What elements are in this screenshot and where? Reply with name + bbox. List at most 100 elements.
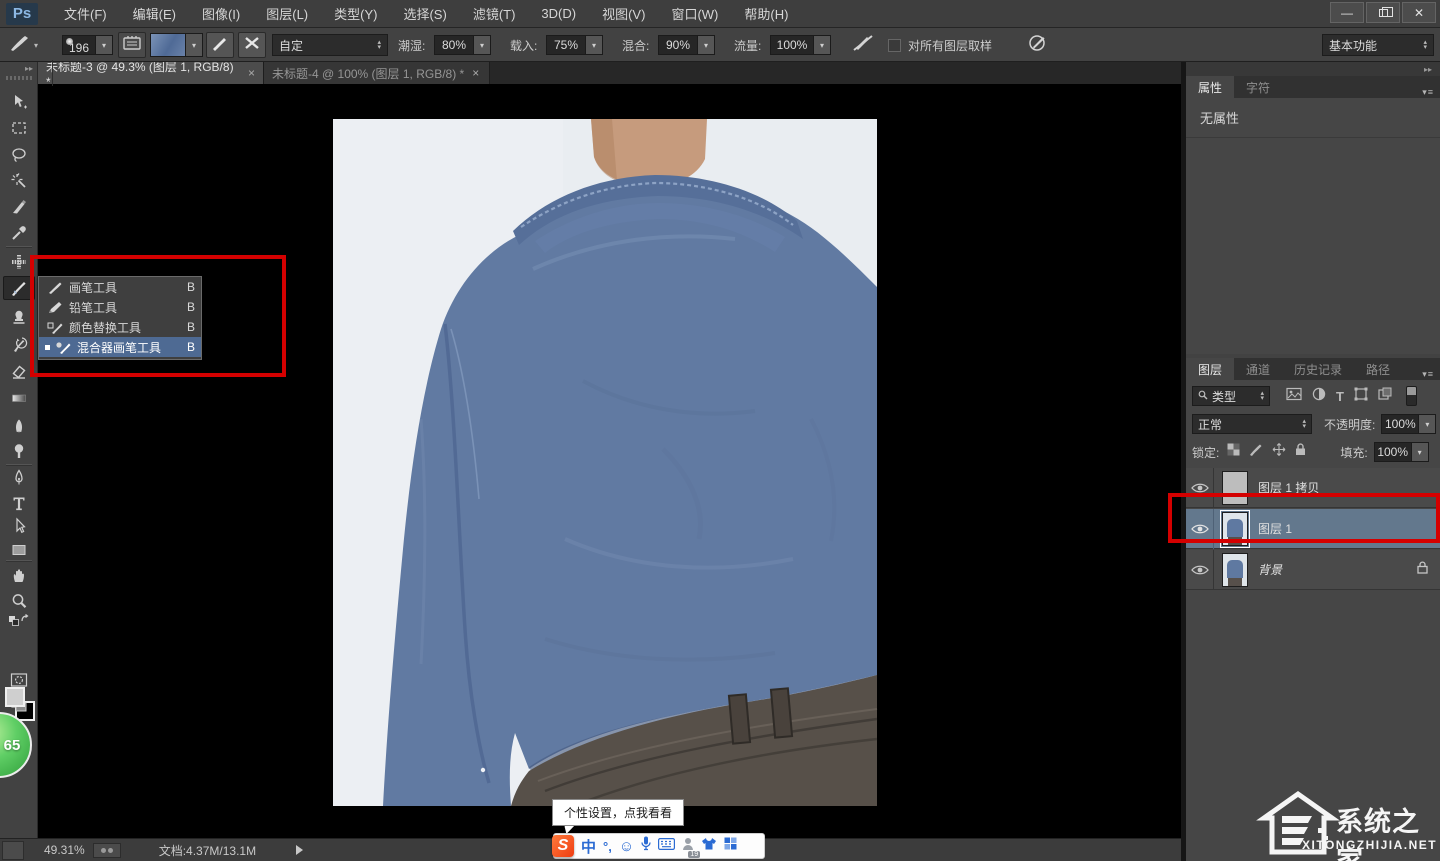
mix-dropdown[interactable]: ▾: [698, 35, 715, 55]
current-tool-preset[interactable]: ▾: [8, 28, 38, 62]
tab-layers[interactable]: 图层: [1186, 358, 1235, 380]
menu-file[interactable]: 文件(F): [64, 4, 107, 23]
tool-crop[interactable]: [3, 195, 35, 219]
menu-image[interactable]: 图像(I): [202, 4, 240, 23]
status-gear-widget[interactable]: [92, 842, 121, 858]
tool-path-select[interactable]: [3, 514, 35, 538]
tool-pen[interactable]: [3, 466, 35, 490]
blend-mode-combo[interactable]: 正常 ▴ ▾: [1192, 414, 1312, 434]
menu-layer[interactable]: 图层(L): [266, 4, 308, 23]
tool-magic-wand[interactable]: [3, 169, 35, 193]
load-brush-button[interactable]: [206, 28, 234, 62]
status-corner-widget[interactable]: [2, 840, 24, 860]
airbrush-button[interactable]: [852, 28, 876, 62]
minimize-button[interactable]: —: [1330, 2, 1364, 23]
workspace-switcher[interactable]: 基本功能 ▴ ▾: [1322, 28, 1434, 62]
ime-mode-toggle[interactable]: 中: [581, 836, 596, 857]
opacity-field[interactable]: 100% ▾: [1381, 414, 1437, 434]
panel-grip[interactable]: [6, 76, 32, 80]
doc-tab-1[interactable]: 未标题-3 @ 49.3% (图层 1, RGB/8) * ×: [38, 60, 264, 89]
foreground-color-swatch[interactable]: [5, 687, 25, 707]
load-field[interactable]: 75% ▾: [546, 28, 603, 62]
doc-tab-2[interactable]: 未标题-4 @ 100% (图层 1, RGB/8) * ×: [264, 62, 490, 84]
toggle-brush-panel-button[interactable]: [118, 28, 146, 62]
menu-edit[interactable]: 编辑(E): [133, 4, 176, 23]
menu-type[interactable]: 类型(Y): [334, 4, 377, 23]
menu-3d[interactable]: 3D(D): [541, 6, 576, 21]
tool-type[interactable]: [3, 491, 35, 515]
layer-filter-combo[interactable]: 类型 ▴ ▾: [1192, 386, 1270, 406]
filter-shape-icon[interactable]: [1354, 387, 1368, 406]
layer-thumbnail[interactable]: [1222, 552, 1248, 587]
wet-field[interactable]: 80% ▾: [434, 28, 491, 62]
panel-menu-icon[interactable]: ▾≡: [1422, 369, 1434, 380]
lock-transparent-icon[interactable]: [1227, 443, 1240, 461]
visibility-toggle[interactable]: [1186, 549, 1214, 590]
tab-channels[interactable]: 通道: [1234, 358, 1282, 380]
smoothing-button[interactable]: [1028, 28, 1048, 62]
menu-select[interactable]: 选择(S): [403, 4, 446, 23]
ime-skin-icon[interactable]: [701, 837, 717, 855]
ime-keyboard-icon[interactable]: [658, 837, 676, 855]
combination-preset-combo[interactable]: 自定 ▴ ▾: [272, 28, 388, 62]
panel-menu-icon[interactable]: ▾≡: [1422, 87, 1434, 98]
tool-shape[interactable]: [3, 538, 35, 562]
tool-move[interactable]: [3, 90, 35, 114]
document-size-info[interactable]: 文档:4.37M/13.1M: [159, 842, 256, 859]
canvas-area[interactable]: [39, 84, 1181, 838]
mix-field[interactable]: 90% ▾: [658, 28, 715, 62]
close-button[interactable]: ✕: [1402, 2, 1436, 23]
tool-smudge[interactable]: [3, 413, 35, 437]
tab-character[interactable]: 字符: [1234, 76, 1282, 98]
brush-load-preview[interactable]: ▾: [150, 28, 203, 62]
status-arrow-icon[interactable]: [296, 845, 304, 855]
tool-marquee[interactable]: [3, 116, 35, 140]
opacity-dropdown[interactable]: ▾: [1419, 414, 1437, 434]
menu-window[interactable]: 窗口(W): [671, 4, 718, 23]
ime-punctuation-toggle[interactable]: °,: [603, 839, 612, 854]
swap-colors-control[interactable]: [3, 611, 35, 629]
tab-paths[interactable]: 路径: [1354, 358, 1402, 380]
load-dropdown[interactable]: ▾: [586, 35, 603, 55]
sample-all-checkbox[interactable]: [888, 38, 901, 52]
filter-smart-object-icon[interactable]: [1378, 387, 1392, 406]
ps-logo[interactable]: Ps: [6, 2, 38, 25]
collapse-panels-icon[interactable]: ▸▸: [1424, 65, 1432, 74]
fill-field[interactable]: 100% ▾: [1373, 442, 1429, 462]
lock-all-icon[interactable]: [1295, 443, 1306, 461]
tool-eyedropper[interactable]: [3, 221, 35, 245]
clean-brush-button[interactable]: [238, 28, 266, 62]
brush-load-dropdown[interactable]: ▾: [186, 33, 203, 57]
flow-dropdown[interactable]: ▾: [814, 35, 831, 55]
fill-dropdown[interactable]: ▾: [1411, 442, 1429, 462]
collapse-panel-icon[interactable]: ▸▸: [25, 64, 33, 73]
tool-dodge[interactable]: [3, 439, 35, 463]
brush-size-dropdown[interactable]: ▾: [96, 35, 113, 55]
filter-adjustment-icon[interactable]: [1312, 387, 1326, 406]
wet-dropdown[interactable]: ▾: [474, 35, 491, 55]
ime-account-icon[interactable]: 19: [682, 837, 701, 858]
tool-zoom[interactable]: [3, 589, 35, 613]
tool-gradient[interactable]: [3, 386, 35, 410]
tool-hand[interactable]: [3, 564, 35, 588]
flow-field[interactable]: 100% ▾: [770, 28, 831, 62]
sample-all-layers-option[interactable]: 对所有图层取样: [888, 28, 992, 62]
tab-properties[interactable]: 属性: [1186, 76, 1235, 98]
ime-microphone-icon[interactable]: [641, 836, 651, 856]
filter-pixel-icon[interactable]: [1286, 387, 1302, 406]
tab-close-icon[interactable]: ×: [472, 66, 479, 80]
filter-toggle-switch[interactable]: [1405, 386, 1417, 406]
tab-close-icon[interactable]: ×: [248, 66, 255, 80]
lock-position-icon[interactable]: [1272, 443, 1286, 461]
ime-toolbox-icon[interactable]: [724, 837, 737, 855]
sogou-logo-icon[interactable]: S: [552, 835, 574, 857]
tool-lasso[interactable]: [3, 143, 35, 167]
tab-history[interactable]: 历史记录: [1282, 358, 1354, 380]
canvas-image[interactable]: [333, 119, 878, 808]
lock-paint-icon[interactable]: [1249, 443, 1263, 461]
restore-button[interactable]: [1366, 2, 1400, 23]
ime-emoji-icon[interactable]: ☺: [619, 838, 634, 855]
menu-view[interactable]: 视图(V): [602, 4, 645, 23]
menu-help[interactable]: 帮助(H): [744, 4, 788, 23]
menu-filter[interactable]: 滤镜(T): [473, 4, 516, 23]
